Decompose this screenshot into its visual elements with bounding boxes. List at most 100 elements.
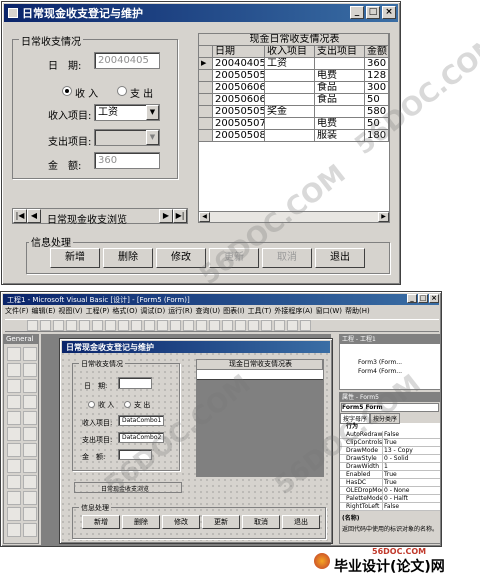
designer-op-button-2[interactable]: 修改: [162, 515, 200, 529]
toolbar-button-icon[interactable]: [261, 320, 272, 331]
toolbox-control-icon[interactable]: [23, 523, 37, 537]
property-value[interactable]: 13 - Copy: [382, 447, 440, 454]
grid-cell[interactable]: 128: [365, 70, 389, 82]
toolbox-control-icon[interactable]: [23, 411, 37, 425]
property-row[interactable]: PaletteMode 0 - Halft: [340, 495, 440, 503]
property-row[interactable]: DrawStyle 0 - Solid: [340, 455, 440, 463]
toolbar-button-icon[interactable]: [274, 320, 285, 331]
grid-cell[interactable]: 电费: [315, 70, 365, 82]
next-record-icon[interactable]: ▶: [159, 209, 173, 223]
op-button-5[interactable]: 退出: [315, 248, 365, 268]
grid-cell[interactable]: 20050606: [213, 94, 265, 106]
maximize-icon[interactable]: □: [418, 294, 428, 303]
property-value[interactable]: False: [382, 431, 440, 438]
expense-radio[interactable]: [117, 86, 127, 96]
close-icon[interactable]: ×: [429, 294, 439, 303]
property-row[interactable]: OLEDropMode0 - None: [340, 487, 440, 495]
designer-op-button-5[interactable]: 退出: [282, 515, 320, 529]
grid-row-selector[interactable]: [199, 106, 213, 118]
property-row[interactable]: HasDC True: [340, 479, 440, 487]
op-button-4[interactable]: 取消: [262, 248, 312, 268]
designer-op-button-3[interactable]: 更新: [202, 515, 240, 529]
property-row[interactable]: Enabled True: [340, 471, 440, 479]
grid-cell[interactable]: [315, 106, 365, 118]
toolbox-control-icon[interactable]: [23, 395, 37, 409]
grid-row-selector[interactable]: [199, 130, 213, 142]
income-item-combo[interactable]: 工资 ▼: [94, 104, 160, 121]
toolbar-button-icon[interactable]: [79, 320, 90, 331]
toolbox-control-icon[interactable]: [7, 347, 21, 361]
op-button-1[interactable]: 删除: [103, 248, 153, 268]
grid-cell[interactable]: [265, 82, 315, 94]
grid-cell[interactable]: 50: [365, 94, 389, 106]
property-value[interactable]: 0 - Solid: [382, 455, 440, 462]
menu-item[interactable]: 格式(O): [112, 306, 137, 316]
property-value[interactable]: True: [382, 439, 440, 446]
chevron-down-icon[interactable]: ▼: [146, 130, 159, 145]
grid-cell[interactable]: 食品: [315, 82, 365, 94]
menu-item[interactable]: 编辑(E): [32, 306, 56, 316]
property-value[interactable]: 0 - Halft: [382, 495, 440, 502]
last-record-icon[interactable]: ▶|: [173, 209, 187, 223]
op-button-0[interactable]: 新增: [50, 248, 100, 268]
grid-cell[interactable]: 20050606: [213, 82, 265, 94]
grid-cell[interactable]: 电费: [315, 118, 365, 130]
toolbar-button-icon[interactable]: [196, 320, 207, 331]
toolbox-control-icon[interactable]: [23, 459, 37, 473]
menu-item[interactable]: 工程(P): [86, 306, 110, 316]
grid-cell[interactable]: [265, 118, 315, 130]
grid-cell[interactable]: 20050505: [213, 106, 265, 118]
toolbox-control-icon[interactable]: [7, 507, 21, 521]
toolbox-control-icon[interactable]: [23, 507, 37, 521]
toolbar-button-icon[interactable]: [300, 320, 311, 331]
designer-income-radio[interactable]: [88, 401, 95, 408]
toolbar-button-icon[interactable]: [235, 320, 246, 331]
designer-combo1[interactable]: DataCombo1: [118, 415, 164, 426]
menu-item[interactable]: 查询(U): [196, 306, 221, 316]
toolbox-control-icon[interactable]: [23, 379, 37, 393]
income-radio[interactable]: [62, 86, 72, 96]
grid-cell[interactable]: 20040405: [213, 58, 265, 70]
grid-row-selector[interactable]: ▶: [199, 58, 213, 70]
toolbar-button-icon[interactable]: [209, 320, 220, 331]
grid-cell[interactable]: [265, 130, 315, 142]
toolbox-control-icon[interactable]: [23, 363, 37, 377]
toolbox-control-icon[interactable]: [23, 427, 37, 441]
project-item[interactable]: Form3 (Form...: [358, 358, 440, 367]
grid-cell[interactable]: [265, 94, 315, 106]
minimize-icon[interactable]: _: [407, 294, 417, 303]
property-value[interactable]: True: [382, 471, 440, 478]
menu-item[interactable]: 帮助(H): [345, 306, 370, 316]
grid-cell[interactable]: [265, 70, 315, 82]
toolbox-control-icon[interactable]: [23, 491, 37, 505]
toolbox-control-icon[interactable]: [7, 427, 21, 441]
property-value[interactable]: 1: [382, 463, 440, 470]
toolbox-control-icon[interactable]: [7, 395, 21, 409]
property-value[interactable]: 0 - None: [382, 487, 440, 494]
prev-record-icon[interactable]: ◀: [27, 209, 41, 223]
toolbar-button-icon[interactable]: [118, 320, 129, 331]
toolbox-control-icon[interactable]: [7, 459, 21, 473]
property-value[interactable]: False: [382, 503, 440, 510]
grid-cell[interactable]: 20050508: [213, 130, 265, 142]
menu-item[interactable]: 视图(V): [58, 306, 82, 316]
property-row[interactable]: DrawWidth 1: [340, 463, 440, 471]
menu-item[interactable]: 运行(R): [168, 306, 192, 316]
toolbox-control-icon[interactable]: [7, 523, 21, 537]
amount-input[interactable]: 360: [94, 152, 160, 169]
toolbar-button-icon[interactable]: [105, 320, 116, 331]
toolbar-button-icon[interactable]: [222, 320, 233, 331]
first-record-icon[interactable]: |◀: [13, 209, 27, 223]
date-input[interactable]: 20040405: [94, 52, 160, 69]
grid-row-selector[interactable]: [199, 118, 213, 130]
expense-item-combo[interactable]: ▼: [94, 129, 160, 146]
designer-op-button-0[interactable]: 新增: [82, 515, 120, 529]
toolbar-button-icon[interactable]: [287, 320, 298, 331]
close-icon[interactable]: ×: [382, 6, 396, 19]
toolbar-button-icon[interactable]: [170, 320, 181, 331]
grid-cell[interactable]: [315, 58, 365, 70]
scroll-left-icon[interactable]: ◀: [199, 212, 210, 222]
menu-item[interactable]: 文件(F): [5, 306, 29, 316]
toolbar-button-icon[interactable]: [157, 320, 168, 331]
property-value[interactable]: True: [382, 479, 440, 486]
